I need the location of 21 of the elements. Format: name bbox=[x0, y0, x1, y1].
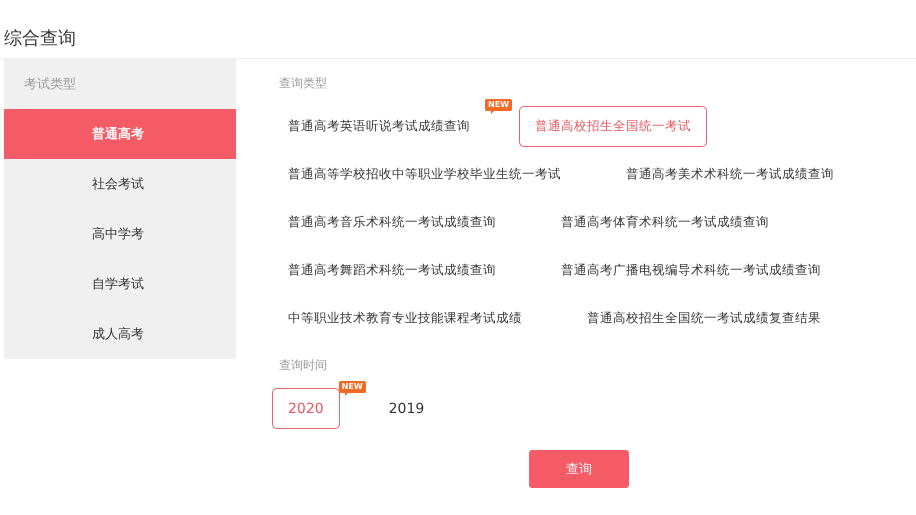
sidebar-heading: 考试类型 bbox=[23, 76, 77, 94]
option-button[interactable]: 普通高校招生全国统一考试 bbox=[519, 106, 707, 147]
sidebar-item[interactable]: 自学考试 bbox=[4, 259, 236, 309]
option-button[interactable]: 2019 bbox=[372, 388, 440, 429]
new-badge: NEW bbox=[338, 381, 366, 393]
section-heading: 查询类型 bbox=[279, 75, 328, 92]
option-button[interactable]: 中等职业技术教育专业技能课程考试成绩 bbox=[272, 298, 538, 339]
option-button[interactable]: 普通高考音乐术科统一考试成绩查询 bbox=[272, 202, 512, 243]
option-button[interactable]: 普通高考体育术科统一考试成绩查询 bbox=[545, 202, 785, 243]
option-button[interactable]: 普通高考英语听说考试成绩查询 bbox=[272, 106, 486, 147]
option-button[interactable]: 普通高考广播电视编导术科统一考试成绩查询 bbox=[545, 250, 837, 291]
new-badge: NEW bbox=[485, 99, 512, 111]
sidebar-item[interactable]: 社会考试 bbox=[4, 159, 236, 209]
option-button[interactable]: 普通高校招生全国统一考试成绩复查结果 bbox=[571, 298, 837, 339]
sidebar-item[interactable]: 高中学考 bbox=[4, 209, 236, 259]
option-button[interactable]: 普通高考舞蹈术科统一考试成绩查询 bbox=[272, 250, 512, 291]
option-button[interactable]: 普通高等学校招收中等职业学校毕业生统一考试 bbox=[272, 154, 577, 195]
option-button[interactable]: 普通高考美术术科统一考试成绩查询 bbox=[610, 154, 850, 195]
sidebar-item[interactable]: 成人高考 bbox=[4, 309, 236, 359]
section-heading: 查询时间 bbox=[279, 357, 328, 374]
option-button[interactable]: 2020 bbox=[272, 388, 340, 429]
